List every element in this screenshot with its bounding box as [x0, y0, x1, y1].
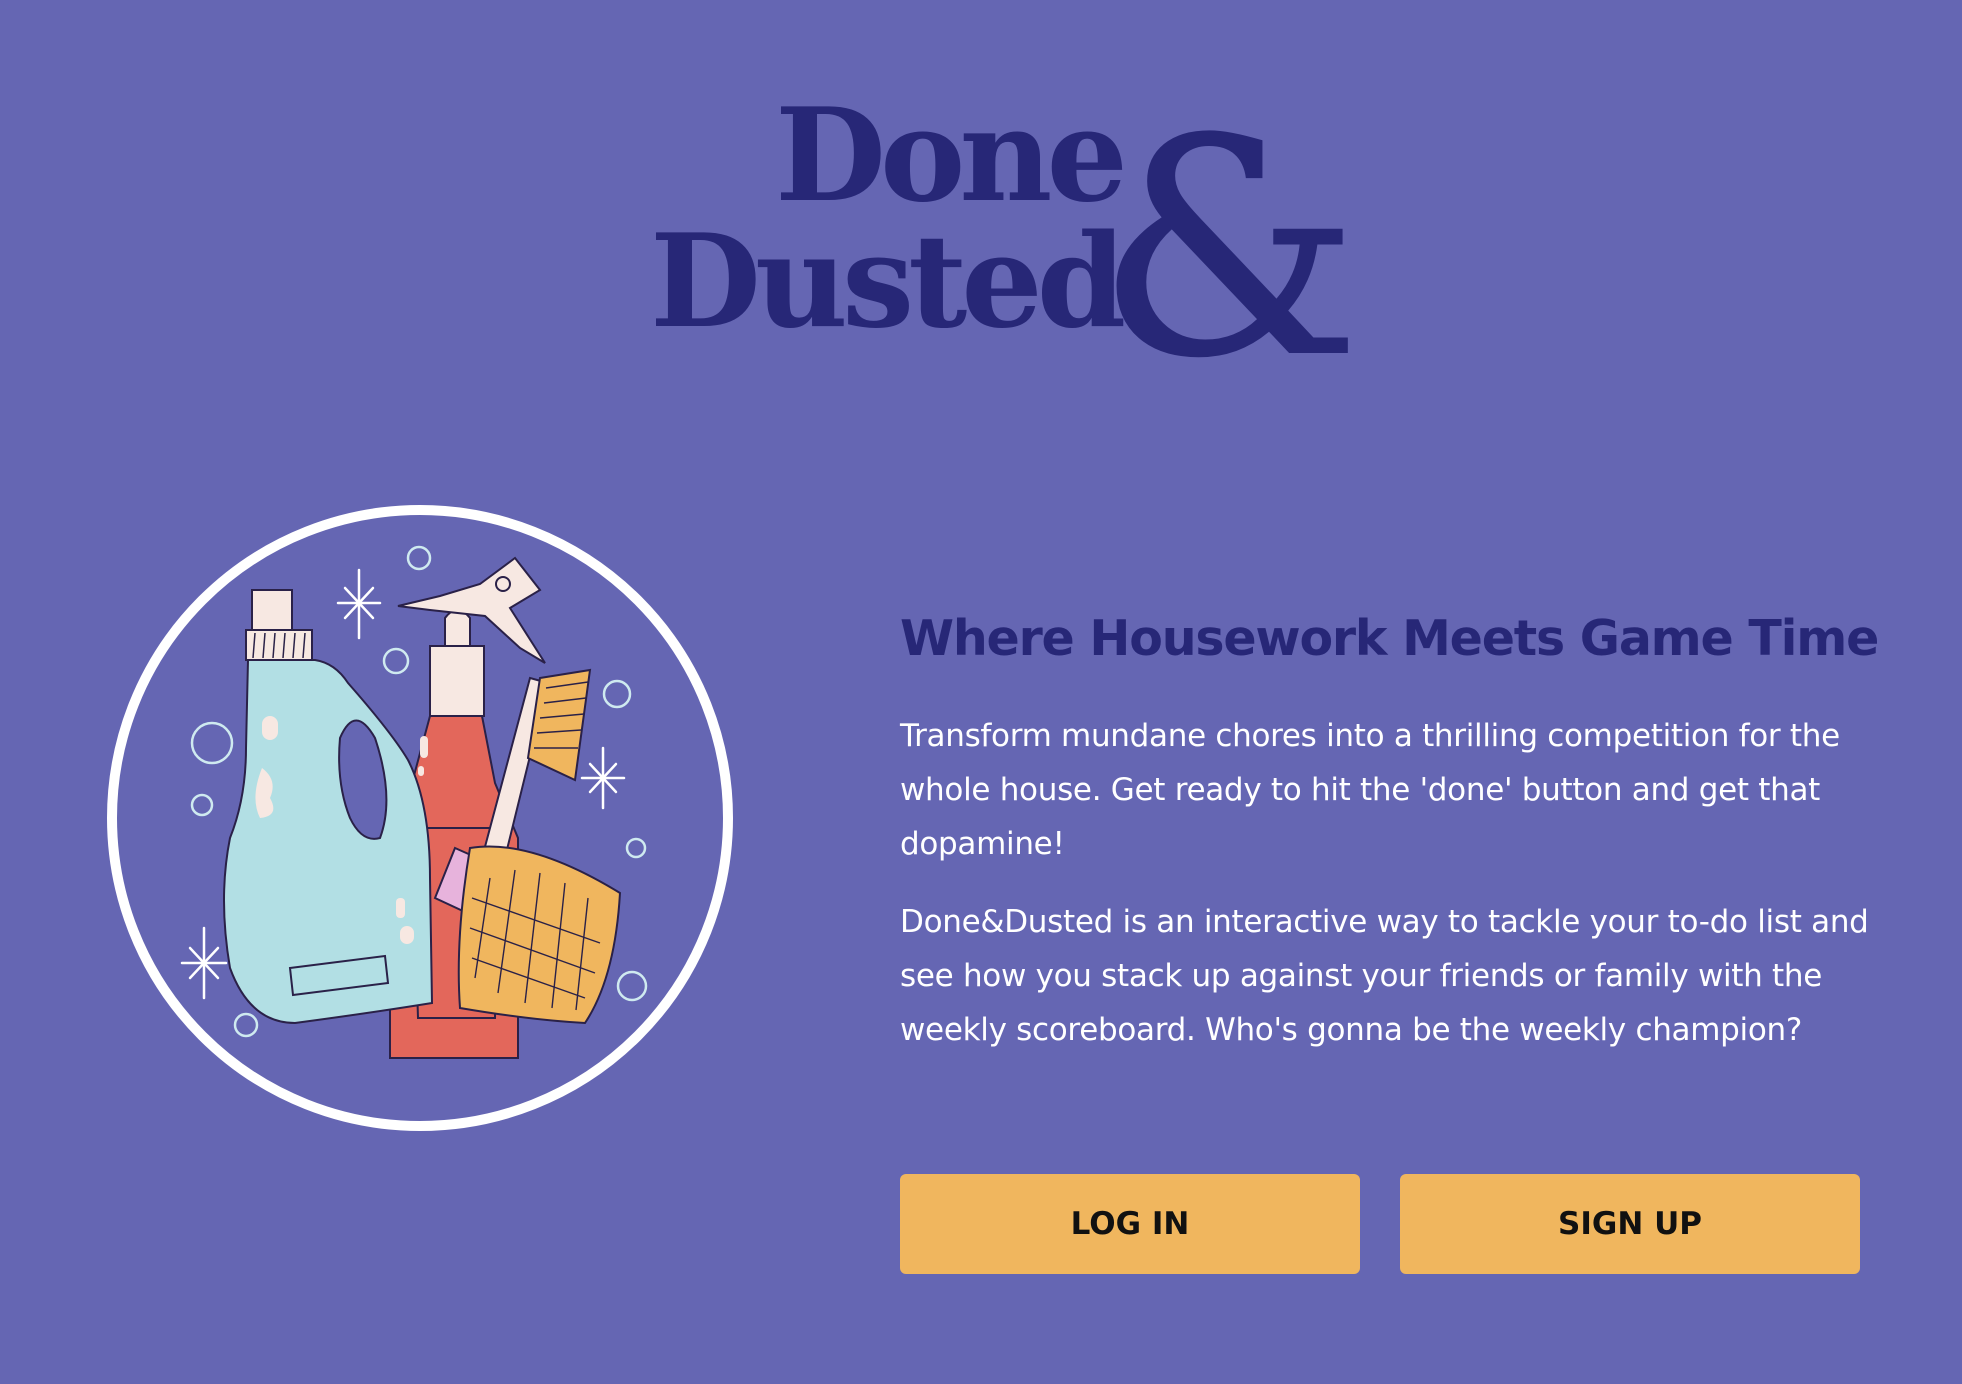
hero-headline: Where Housework Meets Game Time — [900, 610, 1879, 667]
logo-word-dusted: Dusted — [650, 207, 1126, 357]
hero-paragraph-intro: Transform mundane chores into a thrillin… — [900, 717, 1840, 862]
logo-word-done: Done — [775, 81, 1128, 231]
brand-logo: Done Dusted & — [640, 81, 1362, 420]
login-button[interactable]: LOG IN — [900, 1174, 1360, 1274]
cleaning-supplies-icon — [107, 505, 733, 1131]
signup-button[interactable]: SIGN UP — [1400, 1174, 1860, 1274]
logo-ampersand: & — [1095, 75, 1363, 424]
hero-paragraph-details: Done&Dusted is an interactive way to tac… — [900, 903, 1869, 1048]
auth-buttons: LOG IN SIGN UP — [900, 1174, 1860, 1274]
cleaning-supplies-illustration — [100, 498, 740, 1138]
hero-content: Where Housework Meets Game Time Transfor… — [900, 610, 1880, 1057]
landing-page: Done Dusted & Where Housework Meets Game… — [0, 0, 1962, 1384]
